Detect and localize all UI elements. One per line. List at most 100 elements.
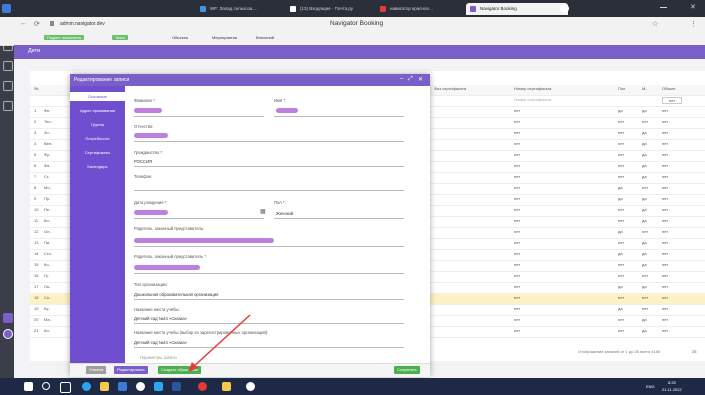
bookmark-item[interactable]: Внесений xyxy=(256,35,274,40)
table-cell: 21 xyxy=(34,328,39,333)
table-cell: нет xyxy=(642,273,649,278)
browser-tab[interactable]: WF: Запад сельхоза… xyxy=(196,3,300,15)
gender-select[interactable]: Женский xyxy=(276,211,293,216)
table-cell: 9 xyxy=(34,196,37,201)
tab-label: Navigator Booking xyxy=(480,6,517,11)
birth-date-field[interactable] xyxy=(134,210,168,215)
dialog-nav-item-needs[interactable]: Потребности xyxy=(70,134,125,143)
table-cell: Зо.. xyxy=(44,130,51,135)
dialog-nav-item-main[interactable]: Основные xyxy=(70,92,125,101)
table-cell: нет xyxy=(662,273,669,278)
word-icon[interactable] xyxy=(172,382,181,391)
representative-field[interactable] xyxy=(134,238,274,243)
browser-tab[interactable]: навигатор красноя… xyxy=(376,3,478,15)
bookmark-item[interactable]: Подвес назначено xyxy=(44,35,85,40)
table-cell: да xyxy=(642,317,647,322)
dialog-nav-item-certificates[interactable]: Сертификаты xyxy=(70,148,125,157)
add-icon[interactable] xyxy=(3,313,13,323)
close-window-icon[interactable]: ✕ xyxy=(690,3,696,11)
settings-icon[interactable] xyxy=(246,382,255,391)
last-name-field[interactable] xyxy=(134,108,162,113)
column-header[interactable]: Номер сертификата xyxy=(514,86,551,91)
chrome-icon[interactable] xyxy=(136,382,145,391)
extra-field[interactable]: Параметры записи xyxy=(140,355,177,360)
new-tab-icon[interactable] xyxy=(560,4,569,13)
opera-icon[interactable] xyxy=(198,382,207,391)
bookmark-item[interactable]: Обьекты xyxy=(172,35,188,40)
telegram-icon[interactable] xyxy=(154,382,163,391)
back-arrow-icon[interactable]: ← xyxy=(20,20,27,27)
edit-button[interactable]: Редактировать xyxy=(114,366,148,374)
table-cell: Гу.. xyxy=(44,273,50,278)
table-cell: да xyxy=(642,152,647,157)
dialog-close-icon[interactable]: ✕ xyxy=(418,76,423,83)
browser-tab-active[interactable]: Navigator Booking✕ xyxy=(466,3,568,15)
table-cell: нет xyxy=(662,229,669,234)
store-icon[interactable] xyxy=(118,382,127,391)
save-button[interactable]: Сохранить xyxy=(394,366,420,374)
org-type-select[interactable]: Дошкольная образовательная организация xyxy=(134,292,218,297)
table-cell: да xyxy=(618,196,623,201)
org-type-underline xyxy=(134,299,404,300)
column-header[interactable]: Физ.сертификата xyxy=(434,86,466,91)
dialog-minimize-icon[interactable]: – xyxy=(400,76,403,82)
table-cell: да xyxy=(642,262,647,267)
representative2-field[interactable] xyxy=(134,265,200,270)
reload-icon[interactable]: ⟳ xyxy=(34,20,40,28)
citizenship-select[interactable]: РОССИЯ xyxy=(134,159,152,164)
browser-tab[interactable]: (13) Входящие · Почта.ру xyxy=(286,3,390,15)
bookmark-icon[interactable]: ☆ xyxy=(652,20,658,28)
settings-icon[interactable] xyxy=(3,101,13,111)
table-cell: Пр.. xyxy=(44,196,52,201)
edge-icon[interactable] xyxy=(82,382,91,391)
dialog-nav-item-group[interactable]: Группа xyxy=(70,120,125,129)
patronymic-field[interactable] xyxy=(134,133,168,138)
menu-icon[interactable]: ⋮ xyxy=(690,20,697,28)
table-cell: Фе.. xyxy=(44,108,52,113)
column-header[interactable]: Обязат. xyxy=(662,86,676,91)
patronymic-underline xyxy=(134,141,404,142)
table-cell: нет xyxy=(514,185,521,190)
bookmark-item[interactable]: Tasks xyxy=(112,35,129,40)
table-cell: нет xyxy=(662,130,669,135)
dialog-nav-item-calendar[interactable]: Календарь xyxy=(70,162,125,171)
minimize-icon[interactable] xyxy=(660,7,667,8)
explorer-icon[interactable] xyxy=(100,382,109,391)
app-icon[interactable] xyxy=(2,4,11,13)
column-header[interactable]: № xyxy=(34,86,38,91)
profile-icon[interactable] xyxy=(3,329,13,339)
table-cell: нет xyxy=(662,152,669,157)
table-cell: да xyxy=(618,284,623,289)
calendar-icon[interactable]: ▦ xyxy=(260,208,266,215)
per-page-select[interactable]: 25 xyxy=(692,349,696,354)
table-cell: да xyxy=(618,185,623,190)
apps-icon[interactable] xyxy=(3,81,13,91)
table-cell: нет xyxy=(618,240,625,245)
cancel-button[interactable]: Отмена xyxy=(86,366,107,374)
table-cell: Фу.. xyxy=(44,152,51,157)
dialog-expand-icon[interactable]: ⤢ xyxy=(408,76,413,83)
filter-select[interactable]: нет xyxy=(662,97,683,104)
task-view-icon[interactable] xyxy=(60,382,71,393)
bookmark-item[interactable]: Мероприятия xyxy=(212,35,237,40)
tab-label: WF: Запад сельхоза… xyxy=(210,6,257,11)
table-cell: нет xyxy=(514,273,521,278)
notes-icon[interactable] xyxy=(222,382,231,391)
filter-input[interactable]: Номер сертификата xyxy=(514,97,551,102)
start-icon[interactable] xyxy=(24,382,33,391)
table-cell: нет xyxy=(618,328,625,333)
search-icon[interactable] xyxy=(42,382,50,390)
tab-favicon-icon xyxy=(200,6,206,12)
table-cell: 5 xyxy=(34,152,37,157)
table-cell: да xyxy=(642,328,647,333)
tray-lang[interactable]: ENG xyxy=(646,384,655,389)
browser-tab-bar: WF: Запад сельхоза… (13) Входящие · Почт… xyxy=(0,0,705,17)
column-header[interactable]: М.. xyxy=(642,86,648,91)
dialog-nav-item-address[interactable]: Адрес проживания xyxy=(70,106,125,115)
url-text[interactable]: admin.navigator.dev xyxy=(60,21,105,27)
table-cell: нет xyxy=(514,141,521,146)
first-name-field[interactable] xyxy=(276,108,298,113)
table-cell: Ст.. xyxy=(44,174,51,179)
column-header[interactable]: Пол xyxy=(618,86,625,91)
star-icon[interactable] xyxy=(3,61,13,71)
